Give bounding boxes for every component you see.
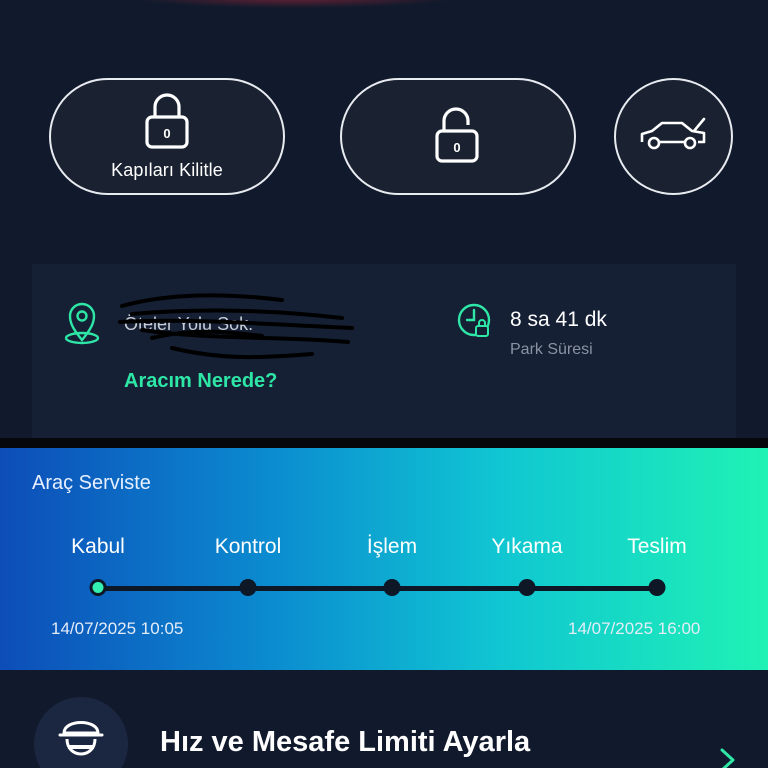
speed-distance-limit-title: Hız ve Mesafe Limiti Ayarla xyxy=(160,726,531,758)
service-end-date: 14/07/2025 16:00 xyxy=(568,619,701,638)
step-dot-teslim xyxy=(648,579,666,596)
driver-avatar xyxy=(34,697,128,768)
park-duration-label: Park Süresi xyxy=(510,341,593,358)
svg-text:0: 0 xyxy=(163,126,170,141)
lock-doors-label: Kapıları Kilitle xyxy=(111,159,223,180)
service-title: Araç Serviste xyxy=(32,472,151,494)
step-label-teslim: Teslim xyxy=(627,535,687,558)
chevron-right-icon xyxy=(718,746,738,768)
svg-text:0: 0 xyxy=(453,140,460,155)
unlock-icon: 0 xyxy=(434,105,482,168)
lock-icon: 0 xyxy=(145,92,189,154)
step-dot-kontrol xyxy=(239,579,257,596)
location-pin-icon xyxy=(62,302,102,351)
location-card: Öteler Yolu Sok. Aracım Nerede? 8 sa 41 … xyxy=(32,264,736,440)
car-trunk-icon xyxy=(638,114,710,159)
driver-icon xyxy=(56,715,106,768)
lock-doors-button[interactable]: 0 Kapıları Kilitle xyxy=(49,78,285,195)
step-label-islem: İşlem xyxy=(366,535,418,558)
top-glow xyxy=(130,0,460,8)
speed-distance-limit-row[interactable]: Hız ve Mesafe Limiti Ayarla xyxy=(0,670,768,768)
park-duration: 8 sa 41 dk xyxy=(510,308,607,331)
progress-track xyxy=(98,586,657,591)
step-dot-islem xyxy=(383,579,401,596)
trunk-button[interactable] xyxy=(614,78,733,195)
clock-lock-icon xyxy=(456,302,494,347)
where-is-my-car-link[interactable]: Aracım Nerede? xyxy=(124,370,277,393)
service-progress-card[interactable]: Araç Serviste Kabul Kontrol İşlem Yıkama… xyxy=(0,448,768,670)
address-redaction xyxy=(112,288,362,383)
step-dot-kabul xyxy=(89,579,107,596)
step-dot-yikama xyxy=(518,579,536,596)
section-divider xyxy=(0,438,768,448)
step-label-yikama: Yıkama xyxy=(491,535,563,558)
service-start-date: 14/07/2025 10:05 xyxy=(51,619,184,638)
step-label-kabul: Kabul xyxy=(71,535,125,558)
step-label-kontrol: Kontrol xyxy=(214,535,282,558)
unlock-doors-button[interactable]: 0 xyxy=(340,78,576,195)
